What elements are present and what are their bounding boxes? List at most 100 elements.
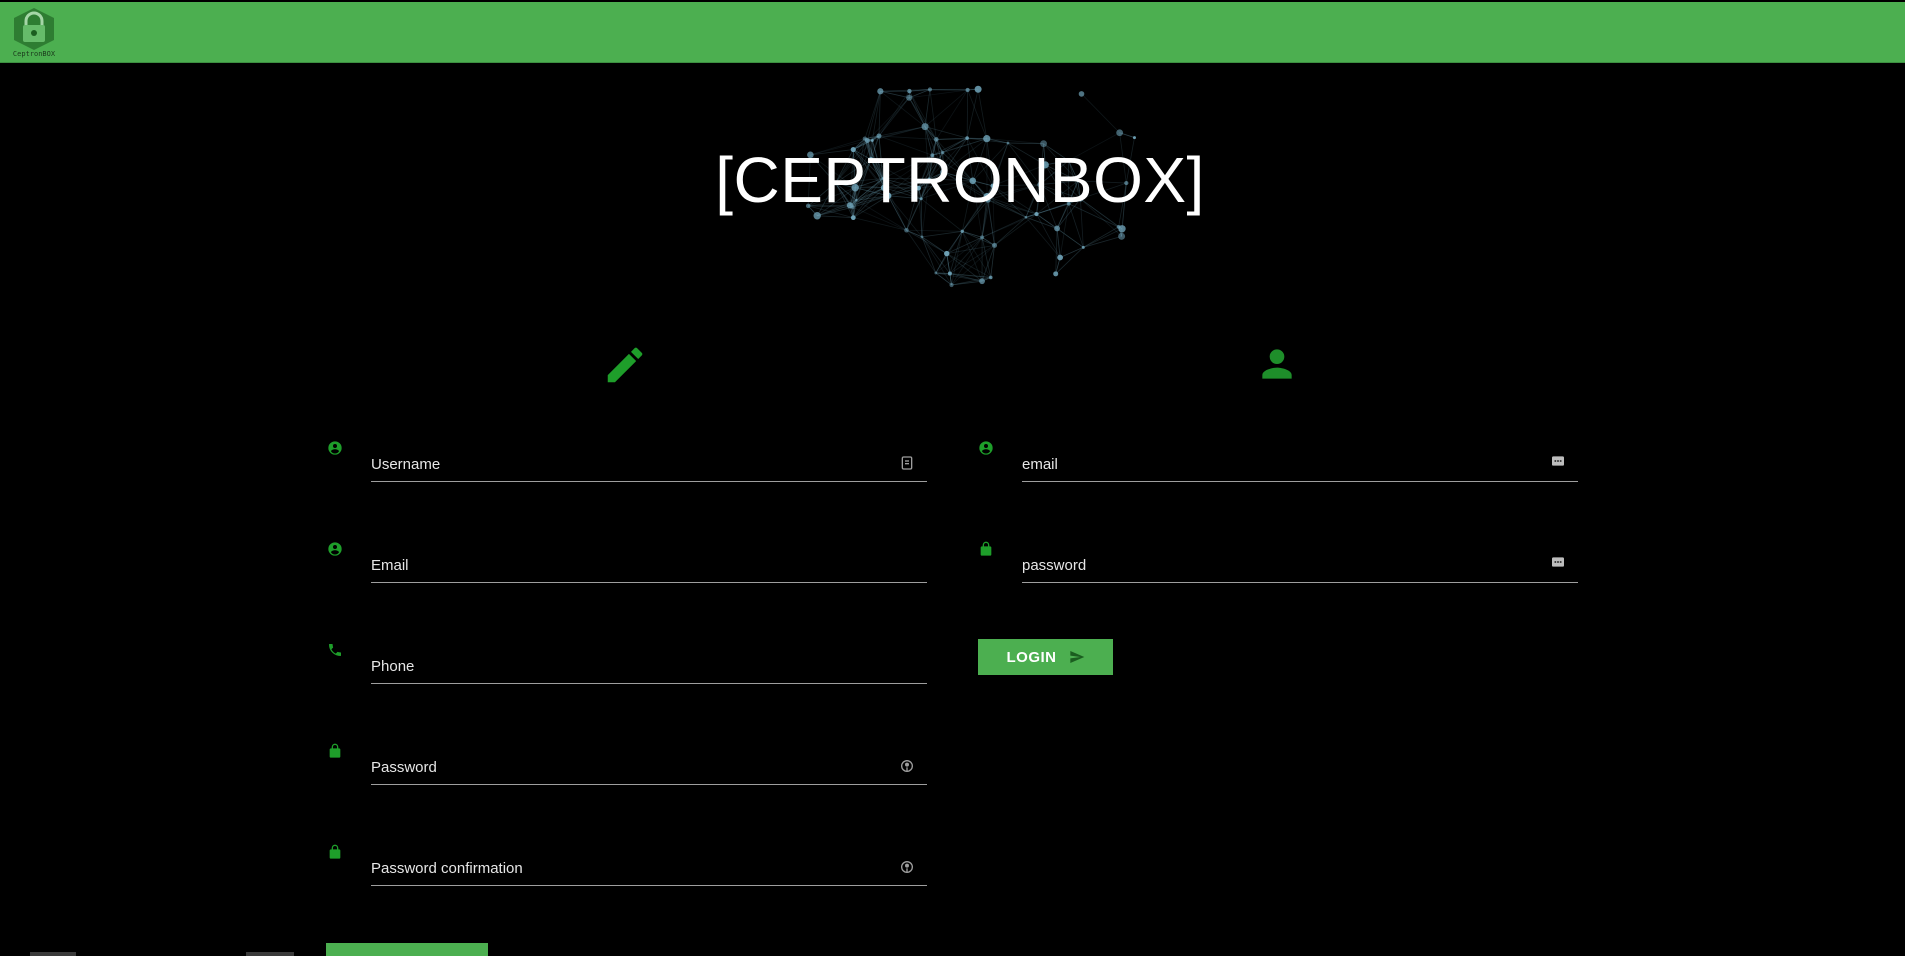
scroll-indicator xyxy=(246,952,294,956)
phone-field[interactable]: Phone xyxy=(327,642,927,698)
person-icon xyxy=(1255,342,1299,391)
network-node xyxy=(920,235,924,239)
network-node xyxy=(927,87,933,92)
phone-underline xyxy=(371,683,927,684)
hero-banner: [CEPTRONBOX] xyxy=(700,63,1220,298)
send-icon xyxy=(1069,651,1084,663)
username-field[interactable]: Username xyxy=(327,440,927,496)
network-node xyxy=(907,88,912,94)
password-confirmation-field[interactable]: Password confirmation xyxy=(327,844,927,900)
lock-logo-icon xyxy=(14,8,54,50)
network-edge xyxy=(906,229,963,232)
password-label: Password xyxy=(371,759,437,776)
network-edge xyxy=(921,230,963,238)
login-button-label: LOGIN xyxy=(1006,648,1057,666)
network-node xyxy=(906,94,913,101)
password-confirmation-underline xyxy=(371,885,927,886)
scroll-indicator xyxy=(30,952,76,956)
network-edge xyxy=(878,97,910,137)
network-node xyxy=(944,250,950,257)
lock-icon xyxy=(329,844,341,859)
network-node xyxy=(979,278,985,285)
network-edge xyxy=(929,89,968,91)
login-password-field[interactable]: password xyxy=(978,541,1578,597)
network-node xyxy=(1118,225,1126,233)
network-edge xyxy=(853,217,907,231)
network-edge xyxy=(929,89,937,140)
network-edge xyxy=(921,236,937,274)
network-node xyxy=(992,242,998,248)
ellipsis-icon xyxy=(1552,456,1564,466)
password-underline xyxy=(371,784,927,785)
logo-caption: CeptronBOX xyxy=(12,50,56,58)
login-button[interactable]: LOGIN xyxy=(978,639,1113,675)
password-confirmation-label: Password confirmation xyxy=(371,860,523,877)
network-node xyxy=(947,271,952,276)
network-node xyxy=(1116,129,1124,137)
network-edge xyxy=(909,90,937,140)
ceptronbox-logo[interactable]: CeptronBOX xyxy=(10,6,58,60)
network-edge xyxy=(1056,228,1084,248)
login-email-field[interactable]: email xyxy=(978,440,1578,496)
network-node xyxy=(980,235,985,240)
lock-icon xyxy=(329,743,341,758)
network-edge xyxy=(994,216,1027,246)
network-node xyxy=(1081,245,1085,249)
login-email-label: email xyxy=(1022,456,1058,473)
network-node xyxy=(965,136,969,140)
network-edge xyxy=(1083,226,1119,248)
network-node xyxy=(877,88,884,95)
visibility-toggle-icon[interactable] xyxy=(899,859,915,875)
network-node xyxy=(934,137,939,142)
pencil-icon xyxy=(602,342,648,393)
hero-title: [CEPTRONBOX] xyxy=(715,144,1205,216)
network-edge xyxy=(1059,246,1084,258)
network-node xyxy=(1078,91,1085,97)
network-edge xyxy=(966,89,979,139)
network-node xyxy=(1054,225,1060,232)
phone-icon xyxy=(329,644,341,656)
network-edge xyxy=(864,91,881,139)
network-node xyxy=(921,123,929,131)
phone-label: Phone xyxy=(371,658,415,675)
network-node xyxy=(960,229,964,234)
ellipsis-icon xyxy=(1552,557,1564,567)
network-node xyxy=(876,133,882,139)
email-field[interactable]: Email xyxy=(327,541,927,597)
register-button[interactable] xyxy=(326,943,488,956)
email-label: Email xyxy=(371,557,409,574)
network-node xyxy=(983,135,991,143)
top-app-bar: CeptronBOX xyxy=(0,2,1905,63)
network-node xyxy=(949,282,954,288)
password-field[interactable]: Password xyxy=(327,743,927,799)
username-label: Username xyxy=(371,456,441,473)
account-circle-icon xyxy=(328,542,342,556)
account-circle-icon xyxy=(979,441,993,455)
network-node xyxy=(965,87,970,93)
network-node xyxy=(974,85,982,93)
network-edge xyxy=(908,97,926,127)
network-node xyxy=(934,271,938,275)
login-email-underline xyxy=(1022,481,1578,482)
network-node xyxy=(1132,136,1136,140)
network-edge xyxy=(977,89,988,139)
network-edge xyxy=(935,89,968,140)
network-node xyxy=(904,227,909,233)
network-edge xyxy=(1081,93,1120,134)
network-node xyxy=(1057,254,1063,261)
contact-card-icon xyxy=(901,456,913,470)
network-node xyxy=(870,139,874,142)
network-edge xyxy=(967,89,988,139)
network-node xyxy=(862,136,868,141)
visibility-toggle-icon[interactable] xyxy=(899,758,915,774)
email-underline xyxy=(371,582,927,583)
login-password-underline xyxy=(1022,582,1578,583)
network-edge xyxy=(921,236,947,254)
network-node xyxy=(1118,232,1126,240)
account-circle-icon xyxy=(328,441,342,455)
network-edge xyxy=(924,89,968,127)
network-edge xyxy=(908,97,937,140)
username-underline xyxy=(371,481,927,482)
network-edge xyxy=(921,236,952,286)
network-node xyxy=(1053,271,1059,277)
